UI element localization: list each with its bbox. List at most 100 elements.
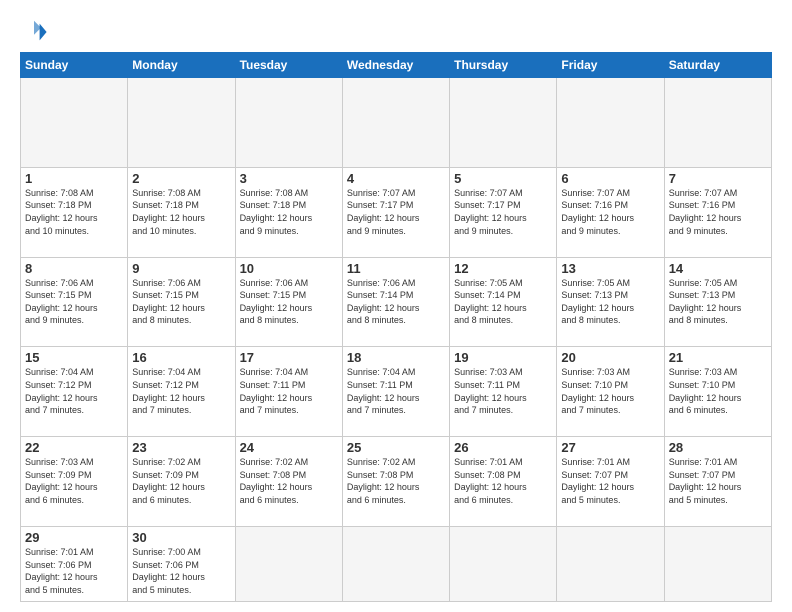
day-number: 29 [25,530,123,545]
calendar-week-4: 15Sunrise: 7:04 AM Sunset: 7:12 PM Dayli… [21,347,772,437]
day-info: Sunrise: 7:04 AM Sunset: 7:12 PM Dayligh… [132,366,230,416]
day-number: 12 [454,261,552,276]
day-number: 19 [454,350,552,365]
calendar-day: 20Sunrise: 7:03 AM Sunset: 7:10 PM Dayli… [557,347,664,437]
day-number: 7 [669,171,767,186]
day-number: 9 [132,261,230,276]
day-info: Sunrise: 7:08 AM Sunset: 7:18 PM Dayligh… [240,187,338,237]
day-info: Sunrise: 7:03 AM Sunset: 7:09 PM Dayligh… [25,456,123,506]
weekday-header-row: SundayMondayTuesdayWednesdayThursdayFrid… [21,53,772,78]
day-number: 21 [669,350,767,365]
day-info: Sunrise: 7:03 AM Sunset: 7:10 PM Dayligh… [669,366,767,416]
day-number: 26 [454,440,552,455]
day-info: Sunrise: 7:07 AM Sunset: 7:17 PM Dayligh… [347,187,445,237]
day-info: Sunrise: 7:05 AM Sunset: 7:13 PM Dayligh… [561,277,659,327]
calendar-table: SundayMondayTuesdayWednesdayThursdayFrid… [20,52,772,602]
calendar-day: 17Sunrise: 7:04 AM Sunset: 7:11 PM Dayli… [235,347,342,437]
day-info: Sunrise: 7:02 AM Sunset: 7:09 PM Dayligh… [132,456,230,506]
calendar-day: 6Sunrise: 7:07 AM Sunset: 7:16 PM Daylig… [557,167,664,257]
calendar-day: 16Sunrise: 7:04 AM Sunset: 7:12 PM Dayli… [128,347,235,437]
day-info: Sunrise: 7:06 AM Sunset: 7:15 PM Dayligh… [132,277,230,327]
day-number: 28 [669,440,767,455]
weekday-header-wednesday: Wednesday [342,53,449,78]
calendar-day: 18Sunrise: 7:04 AM Sunset: 7:11 PM Dayli… [342,347,449,437]
calendar-day: 23Sunrise: 7:02 AM Sunset: 7:09 PM Dayli… [128,437,235,527]
day-number: 3 [240,171,338,186]
day-number: 15 [25,350,123,365]
calendar-day: 30Sunrise: 7:00 AM Sunset: 7:06 PM Dayli… [128,527,235,602]
calendar-day: 24Sunrise: 7:02 AM Sunset: 7:08 PM Dayli… [235,437,342,527]
weekday-header-sunday: Sunday [21,53,128,78]
day-info: Sunrise: 7:02 AM Sunset: 7:08 PM Dayligh… [347,456,445,506]
day-info: Sunrise: 7:07 AM Sunset: 7:16 PM Dayligh… [561,187,659,237]
day-number: 1 [25,171,123,186]
logo [20,18,52,46]
calendar-week-6: 29Sunrise: 7:01 AM Sunset: 7:06 PM Dayli… [21,527,772,602]
day-info: Sunrise: 7:06 AM Sunset: 7:15 PM Dayligh… [240,277,338,327]
weekday-header-saturday: Saturday [664,53,771,78]
calendar-day: 1Sunrise: 7:08 AM Sunset: 7:18 PM Daylig… [21,167,128,257]
day-number: 30 [132,530,230,545]
calendar-day: 13Sunrise: 7:05 AM Sunset: 7:13 PM Dayli… [557,257,664,347]
page: SundayMondayTuesdayWednesdayThursdayFrid… [0,0,792,612]
day-info: Sunrise: 7:06 AM Sunset: 7:14 PM Dayligh… [347,277,445,327]
day-info: Sunrise: 7:07 AM Sunset: 7:16 PM Dayligh… [669,187,767,237]
day-number: 17 [240,350,338,365]
day-number: 16 [132,350,230,365]
calendar-day: 21Sunrise: 7:03 AM Sunset: 7:10 PM Dayli… [664,347,771,437]
day-info: Sunrise: 7:04 AM Sunset: 7:11 PM Dayligh… [347,366,445,416]
day-number: 13 [561,261,659,276]
day-info: Sunrise: 7:01 AM Sunset: 7:07 PM Dayligh… [561,456,659,506]
header [20,18,772,46]
day-number: 25 [347,440,445,455]
day-info: Sunrise: 7:08 AM Sunset: 7:18 PM Dayligh… [132,187,230,237]
calendar-week-1 [21,78,772,168]
calendar-day: 3Sunrise: 7:08 AM Sunset: 7:18 PM Daylig… [235,167,342,257]
calendar-day [342,527,449,602]
calendar-day: 27Sunrise: 7:01 AM Sunset: 7:07 PM Dayli… [557,437,664,527]
day-number: 6 [561,171,659,186]
calendar-day: 19Sunrise: 7:03 AM Sunset: 7:11 PM Dayli… [450,347,557,437]
calendar-day: 10Sunrise: 7:06 AM Sunset: 7:15 PM Dayli… [235,257,342,347]
calendar-day: 12Sunrise: 7:05 AM Sunset: 7:14 PM Dayli… [450,257,557,347]
day-number: 22 [25,440,123,455]
day-number: 8 [25,261,123,276]
day-number: 10 [240,261,338,276]
calendar-day [664,527,771,602]
calendar-day: 26Sunrise: 7:01 AM Sunset: 7:08 PM Dayli… [450,437,557,527]
weekday-header-thursday: Thursday [450,53,557,78]
calendar-day: 11Sunrise: 7:06 AM Sunset: 7:14 PM Dayli… [342,257,449,347]
calendar-day: 15Sunrise: 7:04 AM Sunset: 7:12 PM Dayli… [21,347,128,437]
day-info: Sunrise: 7:05 AM Sunset: 7:14 PM Dayligh… [454,277,552,327]
day-info: Sunrise: 7:03 AM Sunset: 7:10 PM Dayligh… [561,366,659,416]
day-number: 2 [132,171,230,186]
calendar-day [557,78,664,168]
calendar-day [664,78,771,168]
day-info: Sunrise: 7:05 AM Sunset: 7:13 PM Dayligh… [669,277,767,327]
calendar-day [557,527,664,602]
calendar-day: 22Sunrise: 7:03 AM Sunset: 7:09 PM Dayli… [21,437,128,527]
day-info: Sunrise: 7:04 AM Sunset: 7:12 PM Dayligh… [25,366,123,416]
day-info: Sunrise: 7:04 AM Sunset: 7:11 PM Dayligh… [240,366,338,416]
day-number: 20 [561,350,659,365]
day-number: 24 [240,440,338,455]
calendar-week-5: 22Sunrise: 7:03 AM Sunset: 7:09 PM Dayli… [21,437,772,527]
calendar-day [21,78,128,168]
calendar-day [450,78,557,168]
weekday-header-friday: Friday [557,53,664,78]
day-info: Sunrise: 7:03 AM Sunset: 7:11 PM Dayligh… [454,366,552,416]
calendar-week-3: 8Sunrise: 7:06 AM Sunset: 7:15 PM Daylig… [21,257,772,347]
calendar-day [235,527,342,602]
day-number: 11 [347,261,445,276]
day-info: Sunrise: 7:01 AM Sunset: 7:06 PM Dayligh… [25,546,123,596]
calendar-day: 8Sunrise: 7:06 AM Sunset: 7:15 PM Daylig… [21,257,128,347]
calendar-week-2: 1 Sunrise: 7:08 AM Sunset: 7:18 PM Daylig… [21,167,772,257]
calendar-day: 7Sunrise: 7:07 AM Sunset: 7:16 PM Daylig… [664,167,771,257]
day-number: 23 [132,440,230,455]
calendar-day [342,78,449,168]
calendar-day: 28Sunrise: 7:01 AM Sunset: 7:07 PM Dayli… [664,437,771,527]
day-info: Sunrise: 7:07 AM Sunset: 7:17 PM Dayligh… [454,187,552,237]
weekday-header-monday: Monday [128,53,235,78]
day-number: 27 [561,440,659,455]
day-info: Sunrise: 7:06 AM Sunset: 7:15 PM Dayligh… [25,277,123,327]
